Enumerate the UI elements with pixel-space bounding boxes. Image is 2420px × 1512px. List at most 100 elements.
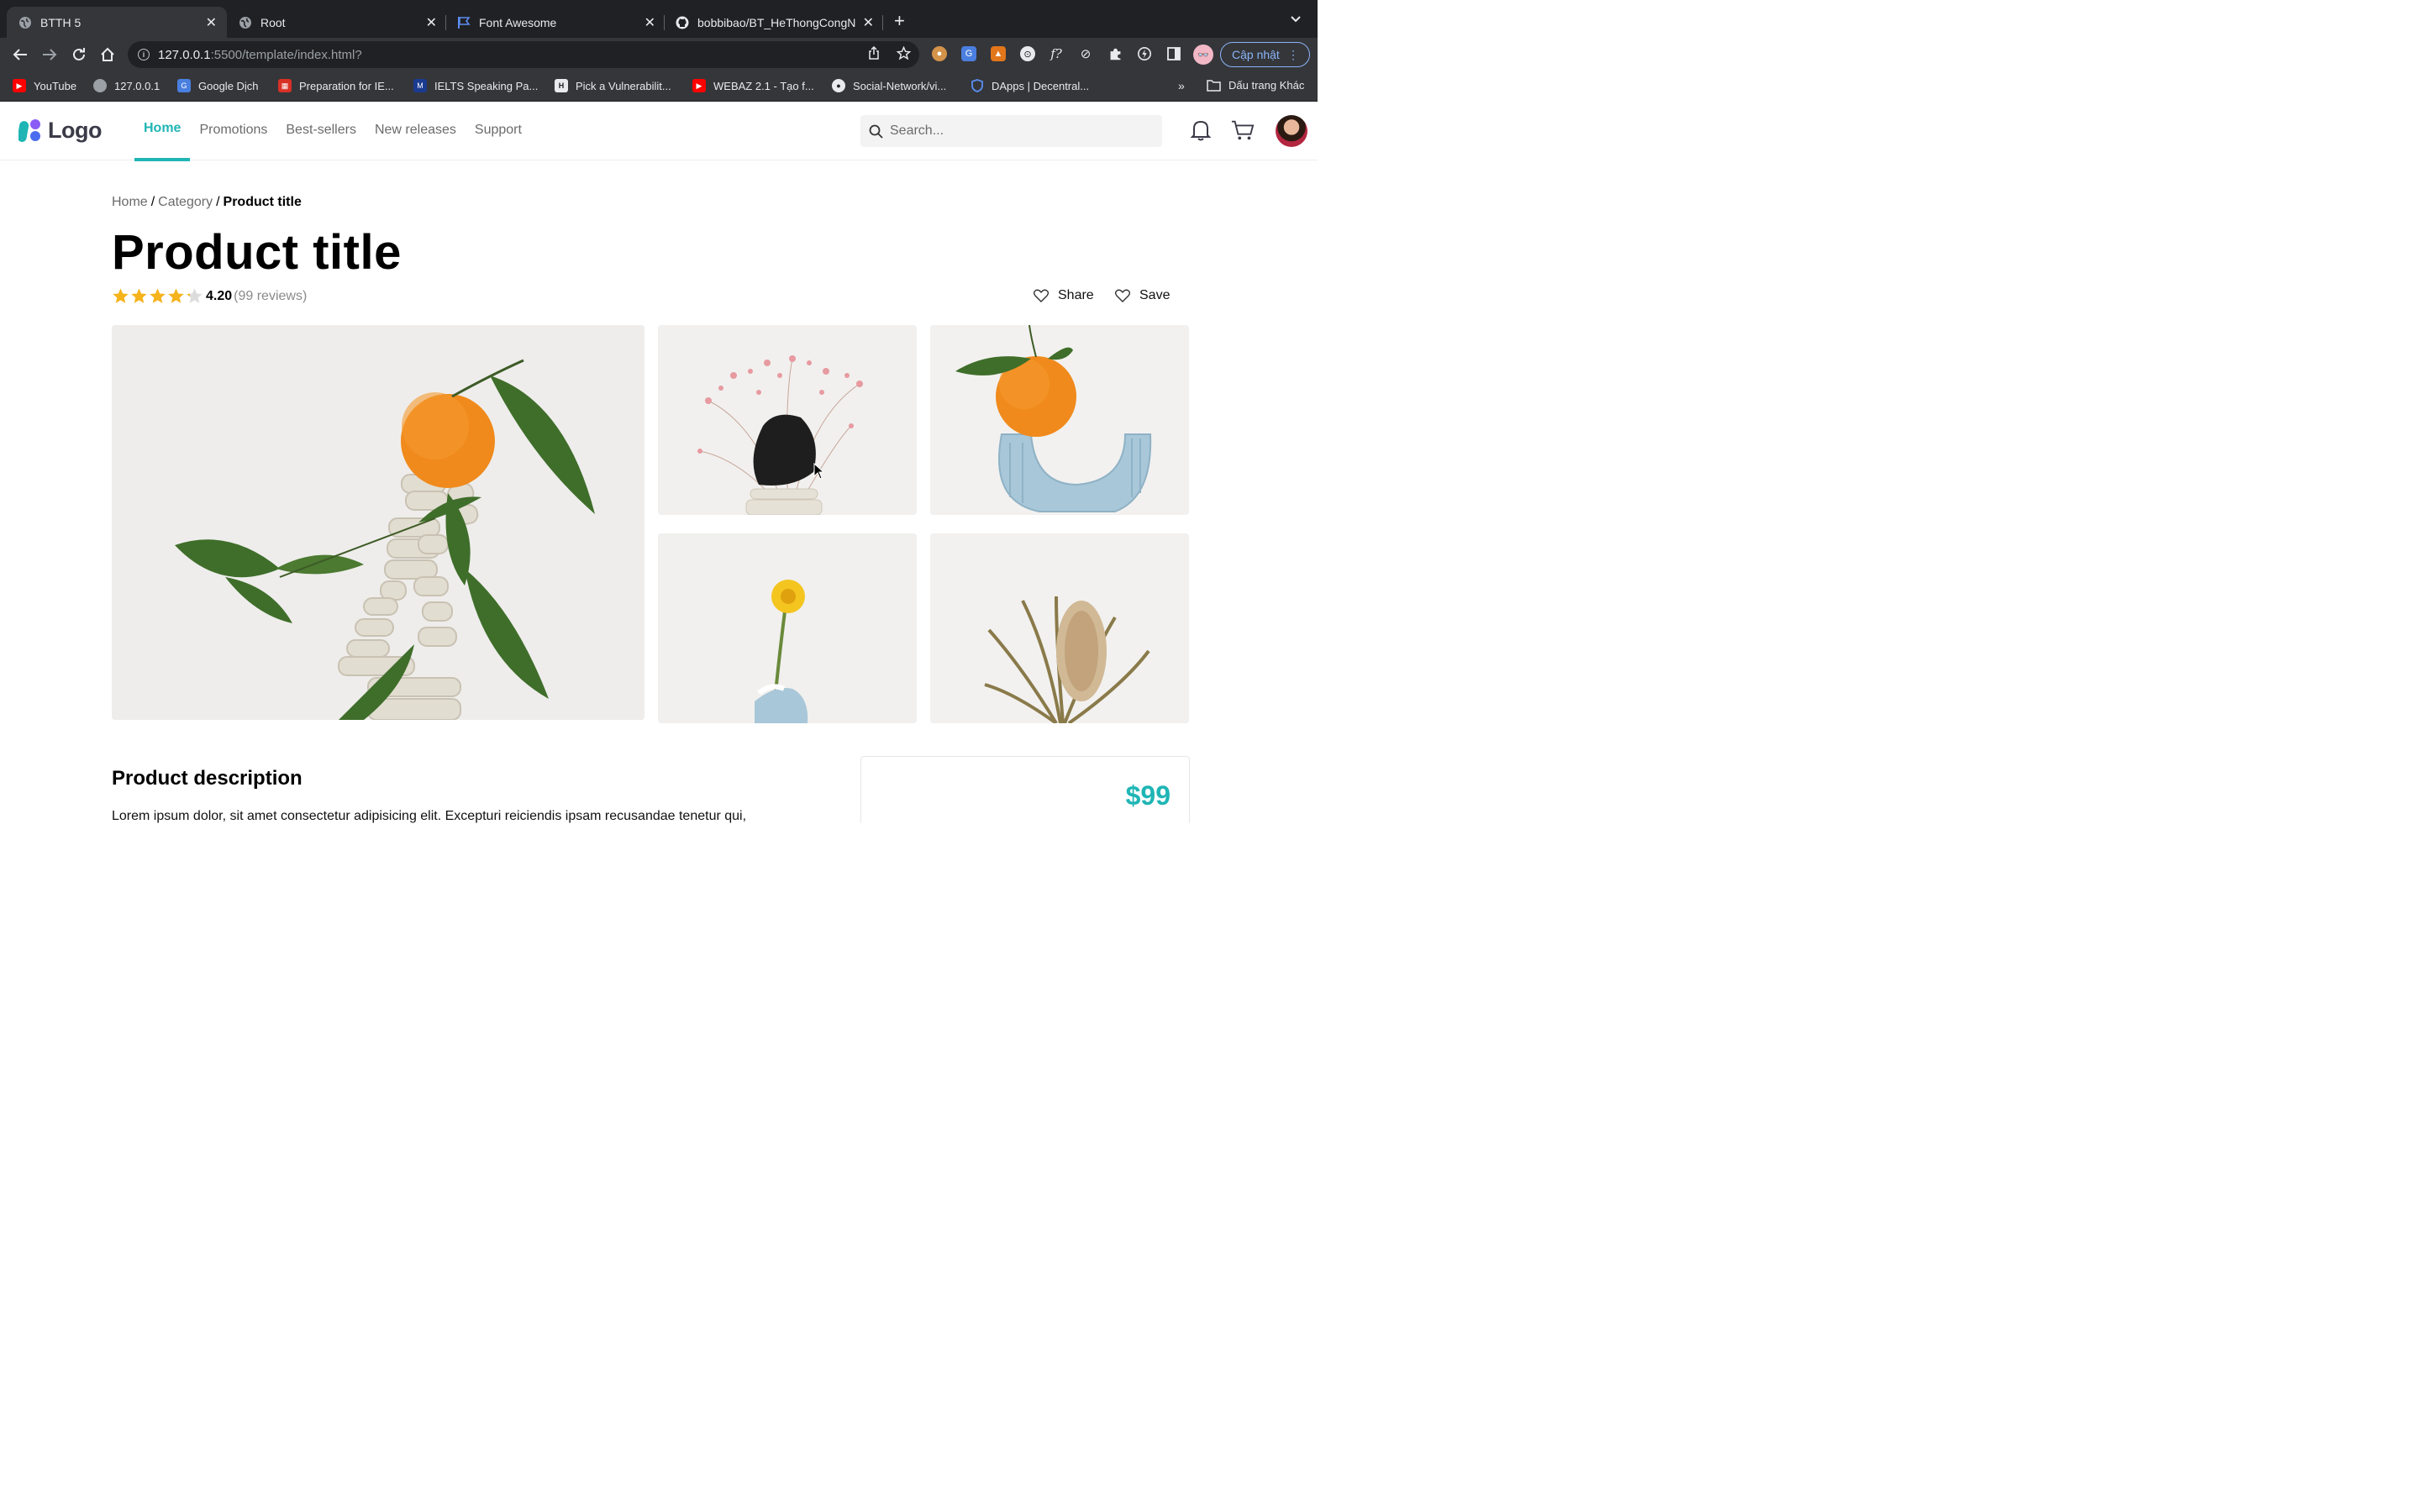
heart-icon — [1115, 289, 1130, 302]
lightning-extension-icon[interactable] — [1137, 46, 1152, 61]
compass-icon[interactable]: ⊘ — [1078, 46, 1093, 61]
browser-tab[interactable]: BTTH 5 ✕ — [7, 7, 227, 38]
bookmark-item[interactable]: ▦ Preparation for IE... — [278, 79, 394, 92]
metamask-fox-icon[interactable]: ▲ — [991, 46, 1006, 61]
star-icon — [187, 288, 203, 303]
share-page-icon[interactable] — [865, 45, 882, 61]
product-main-image[interactable] — [112, 325, 644, 720]
site-header: Logo Home Promotions Best-sellers New re… — [0, 102, 1318, 161]
github-icon: ● — [832, 79, 845, 92]
other-bookmarks-folder[interactable]: Dấu trang Khác — [1207, 79, 1304, 92]
web-page: Logo Home Promotions Best-sellers New re… — [0, 102, 1318, 823]
share-button[interactable]: Share — [1034, 288, 1094, 303]
price: $99 — [1125, 780, 1171, 811]
bookmark-item[interactable]: ▶ YouTube — [13, 79, 76, 92]
product-thumbnail[interactable] — [930, 325, 1189, 515]
more-bookmarks-button[interactable]: » — [1178, 79, 1185, 92]
browser-toolbar: i 127.0.0.1:5500/template/index.html? ● … — [0, 38, 1318, 71]
back-arrow-icon[interactable] — [10, 45, 30, 65]
main-nav: Home Promotions Best-sellers New release… — [134, 102, 531, 161]
star-icon — [150, 288, 166, 303]
nav-home[interactable]: Home — [134, 102, 191, 161]
url-text: 127.0.0.1:5500/template/index.html? — [158, 47, 362, 62]
close-tab-icon[interactable]: ✕ — [426, 14, 437, 31]
star-icon — [168, 288, 184, 303]
browser-tab[interactable]: Font Awesome ✕ — [445, 7, 666, 38]
globe-icon — [18, 16, 32, 29]
nav-new-releases[interactable]: New releases — [366, 102, 466, 160]
site-info-icon[interactable]: i — [138, 49, 150, 60]
bookmark-item[interactable]: ▶ WEBAZ 2.1 - Tạo f... — [692, 79, 814, 92]
grid-logo-icon: ▦ — [278, 79, 292, 92]
flag-icon — [457, 16, 471, 29]
github-icon — [676, 16, 689, 29]
product-thumbnail[interactable] — [658, 325, 917, 515]
browser-tab-strip: BTTH 5 ✕ Root ✕ Font Awesome ✕ bobbibao/… — [0, 0, 1318, 38]
ielts-logo-icon: M — [413, 79, 427, 92]
search-icon — [869, 124, 883, 139]
update-browser-button[interactable]: Cập nhật ⋮ — [1220, 42, 1310, 67]
profile-avatar-icon[interactable]: 👓 — [1193, 45, 1213, 65]
globe-icon — [93, 79, 107, 92]
page-title: Product title — [112, 225, 402, 280]
shield-icon — [971, 79, 984, 92]
google-translate-icon[interactable]: G — [961, 46, 976, 61]
bookmark-item[interactable]: ● Social-Network/vi... — [832, 79, 946, 92]
cookie-extension-icon[interactable]: ● — [932, 46, 947, 61]
folder-icon — [1207, 79, 1221, 92]
breadcrumb-category[interactable]: Category — [158, 195, 213, 209]
close-tab-icon[interactable]: ✕ — [644, 14, 655, 31]
breadcrumb: Home / Category / Product title — [112, 195, 302, 209]
new-tab-button[interactable]: + — [894, 12, 905, 30]
rating-stars — [112, 287, 204, 305]
rating-score: 4.20 — [206, 288, 233, 303]
bell-icon[interactable] — [1189, 118, 1213, 142]
nav-best-sellers[interactable]: Best-sellers — [276, 102, 366, 160]
save-button[interactable]: Save — [1115, 288, 1170, 303]
review-count[interactable]: (99 reviews) — [234, 289, 307, 304]
site-logo[interactable]: Logo — [17, 118, 102, 144]
extension-circle-icon[interactable]: ⊙ — [1020, 46, 1035, 61]
tab-search-chevron-icon[interactable] — [1291, 13, 1301, 25]
product-thumbnail[interactable] — [930, 533, 1189, 723]
youtube-icon: ▶ — [692, 79, 706, 92]
description-heading: Product description — [112, 767, 302, 790]
side-panel-icon[interactable] — [1166, 46, 1181, 61]
bookmark-item[interactable]: DApps | Decentral... — [971, 79, 1089, 92]
nav-promotions[interactable]: Promotions — [190, 102, 276, 160]
google-translate-icon: G — [177, 79, 191, 92]
address-bar[interactable]: i 127.0.0.1:5500/template/index.html? — [128, 41, 919, 68]
hacksplaining-logo-icon: H — [555, 79, 568, 92]
youtube-icon: ▶ — [13, 79, 26, 92]
bookmark-item[interactable]: G Google Dịch — [177, 79, 259, 92]
browser-tab[interactable]: bobbibao/BT_HeThongCongNg ✕ — [664, 7, 884, 38]
search-box — [860, 115, 1162, 147]
tab-separator — [882, 15, 883, 30]
logo-mark-icon — [17, 118, 44, 144]
user-avatar[interactable] — [1276, 115, 1307, 147]
breadcrumb-current: Product title — [223, 195, 302, 209]
forward-arrow-icon[interactable] — [39, 45, 60, 65]
more-menu-icon[interactable]: ⋮ — [1287, 47, 1299, 62]
product-thumbnail[interactable] — [658, 533, 917, 723]
reload-icon[interactable] — [69, 45, 89, 65]
bookmark-item[interactable]: 127.0.0.1 — [93, 79, 160, 92]
bookmark-item[interactable]: M IELTS Speaking Pa... — [413, 79, 538, 92]
font-finder-icon[interactable]: f? — [1049, 46, 1064, 61]
star-icon — [113, 288, 129, 303]
star-icon — [131, 288, 147, 303]
search-input[interactable] — [890, 123, 1142, 139]
description-text: Lorem ipsum dolor, sit amet consectetur … — [112, 809, 747, 823]
breadcrumb-home[interactable]: Home — [112, 195, 148, 209]
bookmark-star-icon[interactable] — [895, 45, 912, 61]
puzzle-extensions-icon[interactable] — [1107, 46, 1123, 61]
nav-support[interactable]: Support — [466, 102, 531, 160]
close-tab-icon[interactable]: ✕ — [863, 14, 874, 31]
heart-icon — [1034, 289, 1049, 302]
browser-tab[interactable]: Root ✕ — [227, 7, 447, 38]
bookmark-item[interactable]: H Pick a Vulnerabilit... — [555, 79, 671, 92]
home-icon[interactable] — [97, 45, 118, 65]
bookmarks-bar: ▶ YouTube 127.0.0.1 G Google Dịch ▦ Prep… — [0, 71, 1318, 102]
close-tab-icon[interactable]: ✕ — [206, 14, 217, 31]
cart-icon[interactable] — [1231, 118, 1255, 142]
